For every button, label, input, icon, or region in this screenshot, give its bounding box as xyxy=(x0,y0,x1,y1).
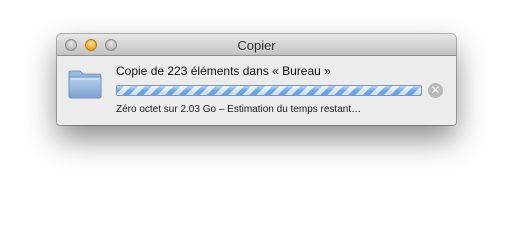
copy-status: Zéro octet sur 2.03 Go – Estimation du t… xyxy=(116,104,362,115)
progress-bar xyxy=(116,85,422,96)
copy-progress-panel: Copie de 223 éléments dans « Bureau » ✕ … xyxy=(57,56,456,125)
copy-message: Copie de 223 éléments dans « Bureau » xyxy=(116,64,331,78)
copy-progress-window: Copier Copie de 223 éléments dans « Bure… xyxy=(57,34,456,125)
desktop-background: Copier Copie de 223 éléments dans « Bure… xyxy=(0,0,513,204)
folder-icon xyxy=(68,70,102,99)
progress-bar-fill xyxy=(117,86,421,95)
cancel-circle-icon[interactable]: ✕ xyxy=(428,83,443,98)
window-title: Copier xyxy=(237,38,276,53)
title-bar[interactable]: Copier xyxy=(57,34,456,56)
